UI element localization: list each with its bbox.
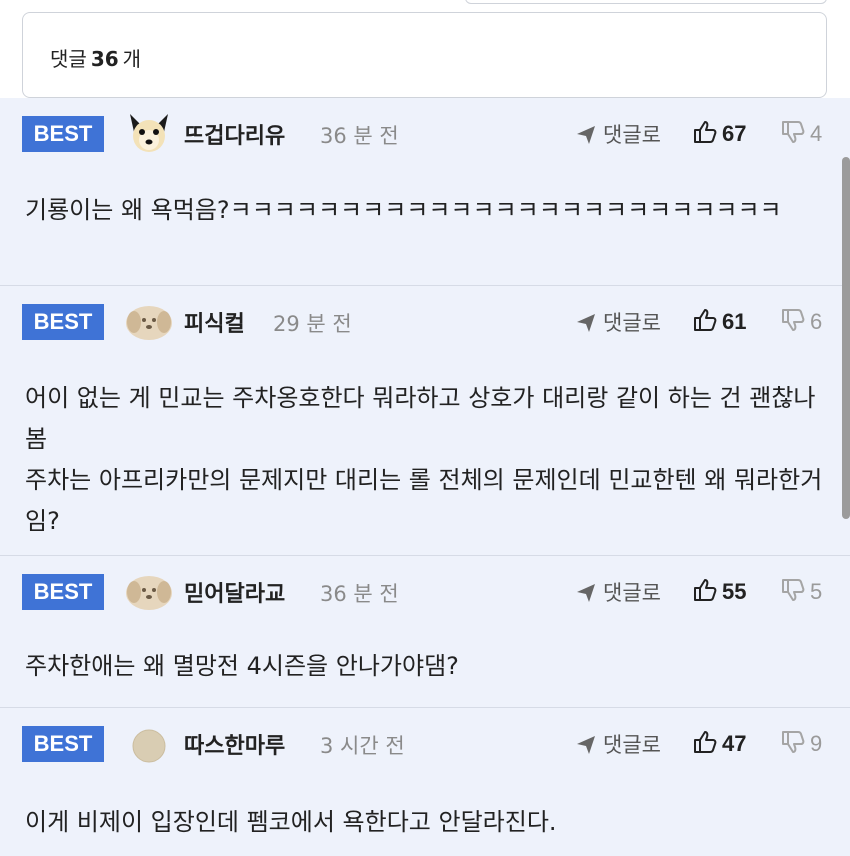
comment-body: 어이 없는 게 민교는 주차옹호한다 뭐라하고 상호가 대리랑 같이 하는 건 … (25, 384, 823, 535)
thumbs-up-icon (692, 577, 718, 607)
thumbs-down-icon (780, 307, 806, 337)
thumbs-down-icon (780, 119, 806, 149)
dislike-count: 4 (810, 121, 823, 146)
best-badge: BEST (22, 304, 104, 340)
like-count: 67 (722, 121, 747, 146)
comment-header: BEST 피식컬 29 분 전 댓글로 61 6 (0, 286, 850, 358)
reply-label: 댓글로 (603, 311, 661, 335)
dislike-button[interactable]: 6 (780, 304, 822, 340)
like-count: 47 (722, 731, 747, 756)
reply-button[interactable]: 댓글로 (575, 576, 661, 608)
best-badge: BEST (22, 726, 104, 762)
thumbs-up-icon (692, 119, 718, 149)
thumbs-up-icon (692, 729, 718, 759)
thumbs-down-icon (780, 577, 806, 607)
comment-item: BEST 뜨겁다리유 36 분 전 댓글로 67 4 기룡이는 왜 욕먹음?ㅋㅋ… (0, 98, 850, 286)
comment-count-box: 댓글 36 개 (22, 12, 827, 98)
round-avatar[interactable] (124, 720, 174, 768)
comment-body: 이게 비제이 입장인데 펨코에서 욕한다고 안달라진다. (25, 808, 557, 836)
reply-label: 댓글로 (603, 581, 661, 605)
puppy-avatar[interactable] (124, 298, 174, 346)
reply-arrow-icon (575, 311, 597, 333)
dislike-button[interactable]: 5 (780, 574, 822, 610)
comment-header: BEST 믿어달라교 36 분 전 댓글로 55 5 (0, 556, 850, 628)
comment-body: 기룡이는 왜 욕먹음?ㅋㅋㅋㅋㅋㅋㅋㅋㅋㅋㅋㅋㅋㅋㅋㅋㅋㅋㅋㅋㅋㅋㅋㅋㅋ (25, 196, 782, 224)
dislike-count: 9 (810, 731, 823, 756)
dog-avatar[interactable] (124, 110, 174, 158)
dislike-button[interactable]: 9 (780, 726, 822, 762)
like-button[interactable]: 61 (692, 304, 746, 340)
puppy-avatar[interactable] (124, 568, 174, 616)
like-button[interactable]: 67 (692, 116, 746, 152)
like-button[interactable]: 55 (692, 574, 746, 610)
nickname[interactable]: 피식컬 (184, 306, 245, 338)
nickname[interactable]: 따스한마루 (184, 728, 285, 760)
comment-body: 주차한애는 왜 멸망전 4시즌을 안나가야댐? (25, 652, 459, 680)
like-button[interactable]: 47 (692, 726, 746, 762)
reply-arrow-icon (575, 581, 597, 603)
nickname[interactable]: 믿어달라교 (184, 576, 285, 608)
comment-count-prefix: 댓글 (50, 47, 87, 71)
comment-item: BEST 믿어달라교 36 분 전 댓글로 55 5 주차한애는 왜 멸망전 4… (0, 556, 850, 708)
reply-button[interactable]: 댓글로 (575, 306, 661, 338)
comment-item: BEST 따스한마루 3 시간 전 댓글로 47 9 이게 비제이 입장인데 펨… (0, 708, 850, 856)
comment-time: 36 분 전 (320, 124, 399, 148)
comment-time: 29 분 전 (273, 312, 352, 336)
scrollbar[interactable] (842, 157, 850, 519)
reply-label: 댓글로 (603, 733, 661, 757)
nickname[interactable]: 뜨겁다리유 (184, 118, 285, 150)
comment-header-area: 댓글 36 개 (0, 0, 850, 98)
top-input-edge (465, 0, 827, 4)
best-badge: BEST (22, 574, 104, 610)
thumbs-up-icon (692, 307, 718, 337)
comment-time: 36 분 전 (320, 582, 399, 606)
comment-header: BEST 따스한마루 3 시간 전 댓글로 47 9 (0, 708, 850, 780)
like-count: 61 (722, 309, 747, 334)
reply-arrow-icon (575, 733, 597, 755)
dislike-count: 5 (810, 579, 823, 604)
dislike-button[interactable]: 4 (780, 116, 822, 152)
like-count: 55 (722, 579, 747, 604)
reply-button[interactable]: 댓글로 (575, 728, 661, 760)
comment-header: BEST 뜨겁다리유 36 분 전 댓글로 67 4 (0, 98, 850, 170)
comment-count-suffix: 개 (122, 47, 142, 71)
comment-count: 댓글 36 개 (50, 43, 141, 72)
dislike-count: 6 (810, 309, 823, 334)
thumbs-down-icon (780, 729, 806, 759)
reply-button[interactable]: 댓글로 (575, 118, 661, 150)
comment-item: BEST 피식컬 29 분 전 댓글로 61 6 어이 없는 게 민교는 주차옹… (0, 286, 850, 556)
comment-time: 3 시간 전 (320, 734, 405, 758)
best-badge: BEST (22, 116, 104, 152)
comment-count-number: 36 (90, 47, 119, 71)
reply-label: 댓글로 (603, 123, 661, 147)
reply-arrow-icon (575, 123, 597, 145)
